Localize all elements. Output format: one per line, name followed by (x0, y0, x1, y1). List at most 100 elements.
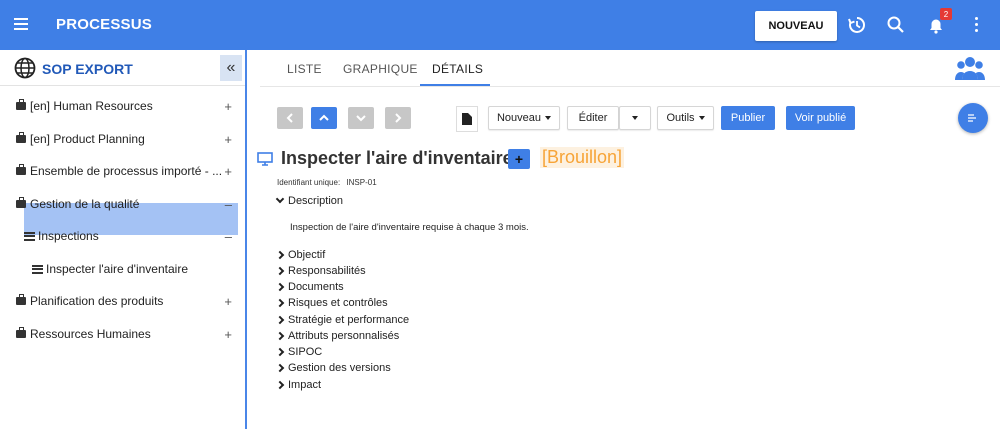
next-button[interactable] (385, 107, 411, 129)
add-button[interactable]: + (508, 149, 530, 169)
tab-details[interactable]: DÉTAILS (432, 62, 483, 76)
caret-down-icon (632, 116, 638, 120)
tree-item-product-planning[interactable]: [en] Product Planning + (16, 129, 238, 149)
sidebar-title: SOP EXPORT (42, 61, 133, 77)
process-title: Inspecter l'aire d'inventaire (281, 148, 513, 168)
expand-icon[interactable]: + (224, 164, 232, 179)
chevron-right-icon (275, 282, 285, 292)
new-dropdown-button[interactable]: Nouveau (488, 106, 560, 130)
section-description[interactable]: Description (275, 194, 343, 207)
chevron-right-icon (275, 380, 285, 390)
folder-icon (16, 294, 26, 305)
menu-icon[interactable] (14, 18, 28, 30)
section-label: Risques et contrôles (288, 297, 388, 309)
tree-item-human-resources-fr[interactable]: Ressources Humaines + (16, 324, 238, 344)
app-title: PROCESSUS (56, 16, 152, 33)
tree-item-inspections[interactable]: Inspections – (24, 226, 238, 246)
section-versions[interactable]: Gestion des versions (275, 362, 391, 374)
view-published-button[interactable]: Voir publié (786, 106, 855, 130)
section-label: Stratégie et performance (288, 314, 410, 326)
tree-item-imported-set[interactable]: Ensemble de processus importé - ... + (16, 161, 238, 181)
publish-button[interactable]: Publier (721, 106, 775, 130)
chevron-down-icon (356, 115, 366, 122)
tree-item-quality-management[interactable]: Gestion de la qualité – (16, 194, 238, 214)
section-label: Responsabilités (288, 265, 366, 277)
down-button[interactable] (348, 107, 374, 129)
chevron-right-icon (275, 331, 285, 341)
tree-item-label: [en] Product Planning (30, 132, 145, 146)
chevron-right-icon (395, 113, 402, 123)
section-label: SIPOC (288, 346, 323, 358)
section-label: Objectif (288, 249, 326, 261)
section-documents[interactable]: Documents (275, 281, 344, 293)
tree-item-label: Gestion de la qualité (30, 197, 140, 211)
top-app-bar: PROCESSUS NOUVEAU 2 (0, 0, 1000, 50)
section-responsabilites[interactable]: Responsabilités (275, 265, 366, 277)
tree-item-label: Inspections (38, 229, 99, 243)
chevron-down-icon (275, 194, 285, 204)
folder-icon (16, 327, 26, 338)
caret-down-icon (545, 116, 552, 120)
tree-item-product-planning-fr[interactable]: Planification des produits + (16, 291, 238, 311)
tree-item-label: Planification des produits (30, 294, 164, 308)
expand-icon[interactable]: + (224, 99, 232, 114)
tree-item-inspect-inventory[interactable]: Inspecter l'aire d'inventaire (32, 259, 238, 279)
tools-label: Outils (666, 112, 695, 124)
up-button[interactable] (311, 107, 337, 129)
new-button[interactable]: NOUVEAU (755, 11, 837, 41)
collapse-sidebar-button[interactable]: « (220, 55, 242, 81)
section-label: Impact (288, 379, 322, 391)
chevron-left-icon (286, 113, 293, 123)
active-tab-indicator (420, 84, 490, 86)
expand-icon[interactable]: + (224, 327, 232, 342)
tree-item-label: Ensemble de processus importé - ... (30, 164, 223, 178)
search-icon[interactable] (886, 15, 906, 35)
section-risques[interactable]: Risques et contrôles (275, 297, 388, 309)
expand-icon[interactable]: + (224, 132, 232, 147)
collapse-icon[interactable]: – (225, 197, 232, 212)
status-badge: [Brouillon] (540, 147, 625, 168)
expand-icon[interactable]: + (224, 294, 232, 309)
description-text: Inspection de l'aire d'inventaire requis… (290, 222, 529, 233)
chevron-right-icon (275, 266, 285, 276)
folder-icon (16, 99, 26, 110)
list-icon (32, 264, 43, 274)
chevron-right-icon (275, 250, 285, 260)
folder-icon (16, 164, 26, 175)
document-button[interactable] (456, 106, 478, 132)
tab-graphic[interactable]: GRAPHIQUE (343, 62, 418, 76)
team-icon[interactable] (955, 55, 985, 83)
tools-dropdown-button[interactable]: Outils (657, 106, 714, 130)
document-icon (462, 113, 472, 125)
section-label: Attributs personnalisés (288, 330, 400, 342)
new-dropdown-label: Nouveau (496, 112, 542, 124)
section-impact[interactable]: Impact (275, 379, 322, 391)
caret-down-icon (698, 116, 705, 120)
unique-id-value: INSP-01 (346, 178, 377, 187)
section-strategie[interactable]: Stratégie et performance (275, 314, 410, 326)
edit-button[interactable]: Éditer (567, 106, 619, 130)
sort-fab-button[interactable] (958, 103, 988, 133)
tree-item-label: Ressources Humaines (30, 327, 151, 341)
folder-icon (16, 197, 26, 208)
unique-id-label: Identifiant unique: (277, 178, 341, 187)
chevron-right-icon (275, 347, 285, 357)
edit-label: Éditer (578, 112, 608, 124)
section-label: Gestion des versions (288, 362, 391, 374)
section-attributs[interactable]: Attributs personnalisés (275, 330, 400, 342)
more-options-icon[interactable] (975, 17, 979, 35)
section-sipoc[interactable]: SIPOC (275, 346, 323, 358)
tab-list[interactable]: LISTE (287, 62, 322, 76)
previous-button[interactable] (277, 107, 303, 129)
section-objectif[interactable]: Objectif (275, 249, 326, 261)
notification-badge: 2 (940, 8, 952, 20)
chevron-right-icon (275, 315, 285, 325)
collapse-icon[interactable]: – (225, 229, 232, 244)
folder-icon (16, 132, 26, 143)
history-icon[interactable] (847, 15, 867, 35)
chevron-up-icon (319, 114, 329, 121)
chevron-right-icon (275, 298, 285, 308)
tree-item-human-resources[interactable]: [en] Human Resources + (16, 96, 238, 116)
monitor-icon (257, 152, 273, 166)
edit-dropdown-toggle[interactable] (619, 106, 651, 130)
